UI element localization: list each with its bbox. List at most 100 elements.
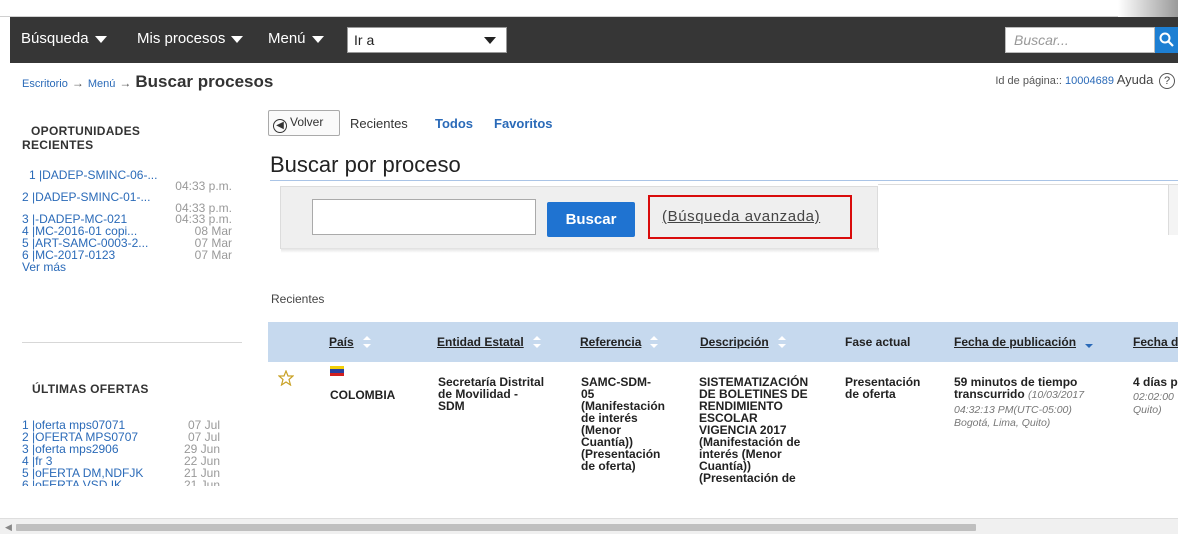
breadcrumb-escritorio[interactable]: Escritorio (22, 78, 68, 90)
breadcrumb: Escritorio → Menú → Buscar procesos (22, 72, 273, 92)
nav-mis-procesos[interactable]: Mis procesos (137, 30, 244, 47)
scrollbar-thumb[interactable] (16, 524, 976, 531)
recent-opportunities-title-line-1: OPORTUNIDADES (31, 124, 141, 138)
advanced-search-link[interactable]: (Búsqueda avanzada) (662, 208, 820, 225)
column-header-pais[interactable]: País (329, 335, 372, 349)
list-item[interactable]: 6 |oFERTA VSD.IK 21 Jun (22, 478, 220, 486)
list-item[interactable]: 4 |fr 3 22 Jun (22, 454, 220, 468)
nav-menu[interactable]: Menú (268, 30, 324, 47)
list-item[interactable]: 3 |oferta mps2906 29 Jun (22, 442, 220, 456)
see-more-link[interactable]: Ver más (22, 260, 232, 274)
search-panel-edge (1168, 185, 1178, 235)
list-item-label: 1 |DADEP-SMINC-06-... (29, 168, 158, 182)
title-divider (270, 180, 1178, 181)
window-bottom-strip (0, 534, 1178, 542)
flag-icon (330, 366, 344, 376)
cell-phase-line: de oferta (845, 387, 896, 401)
tab-recientes[interactable]: Recientes (350, 116, 408, 131)
column-header-descripcion[interactable]: Descripción (700, 335, 787, 349)
sort-icon (777, 336, 786, 348)
column-header-label: Entidad Estatal (437, 335, 524, 349)
help-icon: ? (1159, 73, 1175, 89)
cell-entity-line: SDM (438, 399, 465, 413)
back-arrow-icon: ◀ (273, 119, 287, 133)
column-header-label: Descripción (700, 335, 769, 349)
cell-published-time: 04:32:13 PM(UTC-05:00) (954, 404, 1072, 416)
latest-offers-list: 1 |oferta mps07071 07 Jul 2 |OFERTA MPS07… (22, 418, 220, 486)
cell-closing: 4 días p (1133, 375, 1178, 389)
latest-offers-title: ÚLTIMAS OFERTAS (32, 382, 149, 396)
cell-reference-line: de oferta) (581, 459, 636, 473)
tab-todos[interactable]: Todos (435, 116, 473, 131)
list-item[interactable]: 5 |oFERTA DM,NDFJK 21 Jun (22, 466, 220, 480)
page-id-value[interactable]: 10004689 (1065, 75, 1114, 87)
list-item[interactable]: 3 |-DADEP-MC-021 04:33 p.m. (22, 212, 232, 226)
column-header-label: Fecha de publicación (954, 335, 1077, 349)
list-item-label: 6 |oFERTA VSD.IK (22, 478, 123, 486)
list-item[interactable]: 6 |MC-2017-0123 07 Mar (22, 248, 232, 262)
goto-select-value: Ir a (354, 32, 375, 48)
help-label: Ayuda (1116, 72, 1154, 87)
global-search-input[interactable]: Buscar... (1005, 27, 1155, 53)
list-item[interactable]: 2 |DADEP-SMINC-01-... 04:33 p.m. (22, 190, 232, 215)
recent-opportunities-list: 1 |DADEP-SMINC-06-... 04:33 p.m. 2 |DADEP… (22, 168, 232, 274)
list-item[interactable]: 2 |OFERTA MPS0707 07 Jul (22, 430, 220, 444)
list-item[interactable]: 5 |ART-SAMC-0003-2... 07 Mar (22, 236, 232, 250)
search-button[interactable]: Buscar (547, 202, 635, 237)
column-header-label: País (329, 335, 354, 349)
column-header-entidad[interactable]: Entidad Estatal (437, 335, 542, 349)
chevron-down-icon (484, 37, 496, 44)
top-navbar: Búsqueda Mis procesos Menú Ir a Buscar..… (10, 17, 1178, 63)
nav-mis-procesos-label: Mis procesos (137, 30, 226, 47)
search-panel-shadow (281, 248, 879, 253)
column-header-referencia[interactable]: Referencia (580, 335, 659, 349)
back-button[interactable]: ◀ Volver (268, 110, 340, 136)
chevron-down-icon (94, 35, 107, 43)
cell-published-line: transcurrido (10/03/2017 (954, 388, 1119, 401)
global-search-button[interactable] (1155, 27, 1178, 53)
horizontal-scrollbar[interactable]: ◀ (0, 518, 1178, 534)
back-button-label: Volver (290, 115, 324, 129)
breadcrumb-menu[interactable]: Menú (88, 78, 116, 90)
chevron-down-icon (231, 35, 244, 43)
cell-phase: Presentación de oferta (845, 376, 920, 400)
sort-icon (650, 336, 659, 348)
window-top-strip (0, 0, 1178, 17)
page-heading: Buscar procesos (135, 72, 274, 91)
page-title: Buscar por proceso (270, 152, 461, 177)
list-item[interactable]: 1 |oferta mps07071 07 Jul (22, 418, 220, 432)
see-more-label: Ver más (22, 260, 67, 274)
chevron-down-icon (311, 35, 324, 43)
tab-favoritos[interactable]: Favoritos (494, 116, 553, 131)
cell-published-date: (10/03/2017 (1028, 389, 1085, 401)
sort-icon (362, 336, 371, 348)
list-item[interactable]: 1 |DADEP-SMINC-06-... 04:33 p.m. (22, 168, 232, 193)
column-header-fecha-cierre[interactable]: Fecha d (1133, 335, 1178, 349)
goto-select[interactable]: Ir a (347, 27, 507, 53)
scroll-left-icon[interactable]: ◀ (5, 522, 12, 533)
star-icon[interactable] (278, 370, 294, 386)
list-item-time: 21 Jun (183, 478, 220, 486)
sort-icon (532, 336, 541, 348)
cell-published-zone: Bogotá, Lima, Quito) (954, 417, 1051, 429)
cell-closing-time: 02:02:00 (1133, 391, 1174, 403)
top-strip-gradient (1118, 0, 1178, 17)
cell-country: COLOMBIA (330, 388, 396, 402)
cell-published-elapsed: transcurrido (954, 387, 1025, 401)
search-panel-extension (878, 184, 1178, 235)
cell-description: SISTEMATIZACIÓN DE BOLETINES DE RENDIMIE… (699, 376, 808, 484)
cell-closing-zone: Quito) (1133, 404, 1162, 416)
help-link[interactable]: Ayuda ? (1117, 72, 1175, 89)
sidebar-divider (22, 342, 242, 343)
list-item[interactable]: 4 |MC-2016-01 copi... 08 Mar (22, 224, 232, 238)
column-header-fecha-publicacion[interactable]: Fecha de publicación (954, 335, 1094, 349)
column-header-label: Referencia (580, 335, 642, 349)
nav-menu-label: Menú (268, 30, 306, 47)
page-id: Id de página:: 10004689 (995, 75, 1114, 87)
nav-busqueda[interactable]: Búsqueda (21, 30, 107, 47)
nav-busqueda-label: Búsqueda (21, 30, 89, 47)
recent-opportunities-title-line-2: RECIENTES (22, 138, 94, 152)
arrow-right-icon: → (119, 76, 132, 90)
process-search-input[interactable] (312, 199, 536, 235)
global-search-placeholder: Buscar... (1014, 32, 1069, 48)
